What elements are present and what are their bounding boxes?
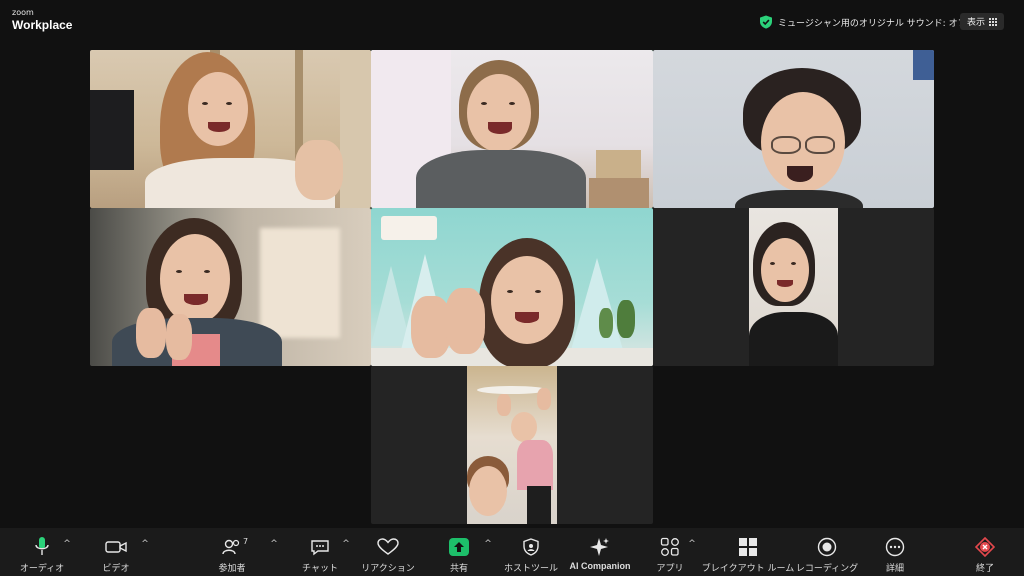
apps-icon	[660, 537, 679, 556]
video-tile-participant-6[interactable]	[653, 208, 934, 366]
video-label: ビデオ	[102, 564, 130, 574]
participants-label: 参加者	[218, 564, 246, 574]
participants-button[interactable]: 7 参加者	[212, 528, 252, 576]
participants-options-chevron-up-icon[interactable]: ^	[270, 540, 278, 549]
end-label: 終了	[975, 564, 994, 574]
camera-icon	[105, 541, 127, 553]
meeting-toolbar: オーディオ ^ ビデオ ^ 7 参加者 ^ チャット ^ リアクション 共有 ^…	[0, 528, 1024, 576]
chat-options-chevron-up-icon[interactable]: ^	[342, 540, 350, 549]
chat-button[interactable]: チャット	[302, 528, 338, 576]
video-tile-participant-5[interactable]	[371, 208, 653, 366]
record-icon	[817, 537, 837, 557]
chat-bubble-icon	[311, 540, 329, 556]
end-meeting-button[interactable]: 終了	[970, 528, 1000, 576]
video-tile-participant-1[interactable]	[90, 50, 371, 208]
record-label: レコーディング	[795, 564, 859, 574]
end-icon	[975, 537, 995, 557]
original-sound-status[interactable]: ミュージシャン用のオリジナル サウンド: オフ	[778, 16, 967, 29]
apps-label: アプリ	[656, 564, 684, 574]
reactions-button[interactable]: リアクション	[361, 528, 415, 576]
breakout-rooms-button[interactable]: ブレイクアウト ルーム	[702, 528, 794, 576]
host-tools-button[interactable]: ホストツール	[504, 528, 558, 576]
video-tile-participant-4[interactable]	[90, 208, 371, 366]
ai-companion-button[interactable]: AI Companion	[566, 528, 634, 576]
video-tile-participant-3[interactable]	[653, 50, 934, 208]
apps-options-chevron-up-icon[interactable]: ^	[688, 540, 696, 549]
view-button[interactable]: 表示	[960, 13, 1004, 30]
ai-companion-label: AI Companion	[569, 561, 631, 571]
reactions-label: リアクション	[361, 564, 415, 574]
participants-count: 7	[243, 537, 249, 546]
top-bar: zoom Workplace ミュージシャン用のオリジナル サウンド: オフ 表…	[0, 0, 1024, 44]
share-arrow-icon	[449, 538, 469, 556]
heart-icon	[377, 538, 399, 555]
share-options-chevron-up-icon[interactable]: ^	[484, 540, 492, 549]
video-tile-participant-7[interactable]	[371, 366, 653, 524]
gallery-grid-icon	[989, 17, 997, 26]
apps-button[interactable]: アプリ	[654, 528, 686, 576]
record-button[interactable]: レコーディング	[795, 528, 859, 576]
more-dots-icon	[885, 537, 905, 557]
video-button[interactable]: ビデオ	[96, 528, 136, 576]
host-tools-label: ホストツール	[504, 564, 559, 574]
shield-icon	[523, 538, 539, 556]
view-button-label: 表示	[966, 18, 985, 28]
more-button[interactable]: 詳細	[880, 528, 910, 576]
shield-check-icon	[760, 15, 772, 29]
grid-icon	[739, 538, 757, 556]
audio-options-chevron-up-icon[interactable]: ^	[63, 540, 71, 549]
video-options-chevron-up-icon[interactable]: ^	[141, 540, 149, 549]
microphone-icon	[35, 537, 49, 555]
brand-small-text: zoom	[12, 8, 34, 17]
breakout-rooms-label: ブレイクアウト ルーム	[701, 564, 795, 574]
share-button[interactable]: 共有	[443, 528, 475, 576]
people-icon	[222, 539, 240, 555]
chat-label: チャット	[302, 564, 338, 574]
share-label: 共有	[449, 564, 468, 574]
audio-label: オーディオ	[19, 564, 65, 574]
more-label: 詳細	[885, 564, 904, 574]
video-tile-participant-2-active-speaker[interactable]	[371, 50, 653, 208]
audio-button[interactable]: オーディオ	[20, 528, 64, 576]
zoom-logo: zoom Workplace	[12, 8, 73, 32]
brand-name: Workplace	[12, 18, 73, 32]
sparkle-icon	[590, 538, 609, 556]
